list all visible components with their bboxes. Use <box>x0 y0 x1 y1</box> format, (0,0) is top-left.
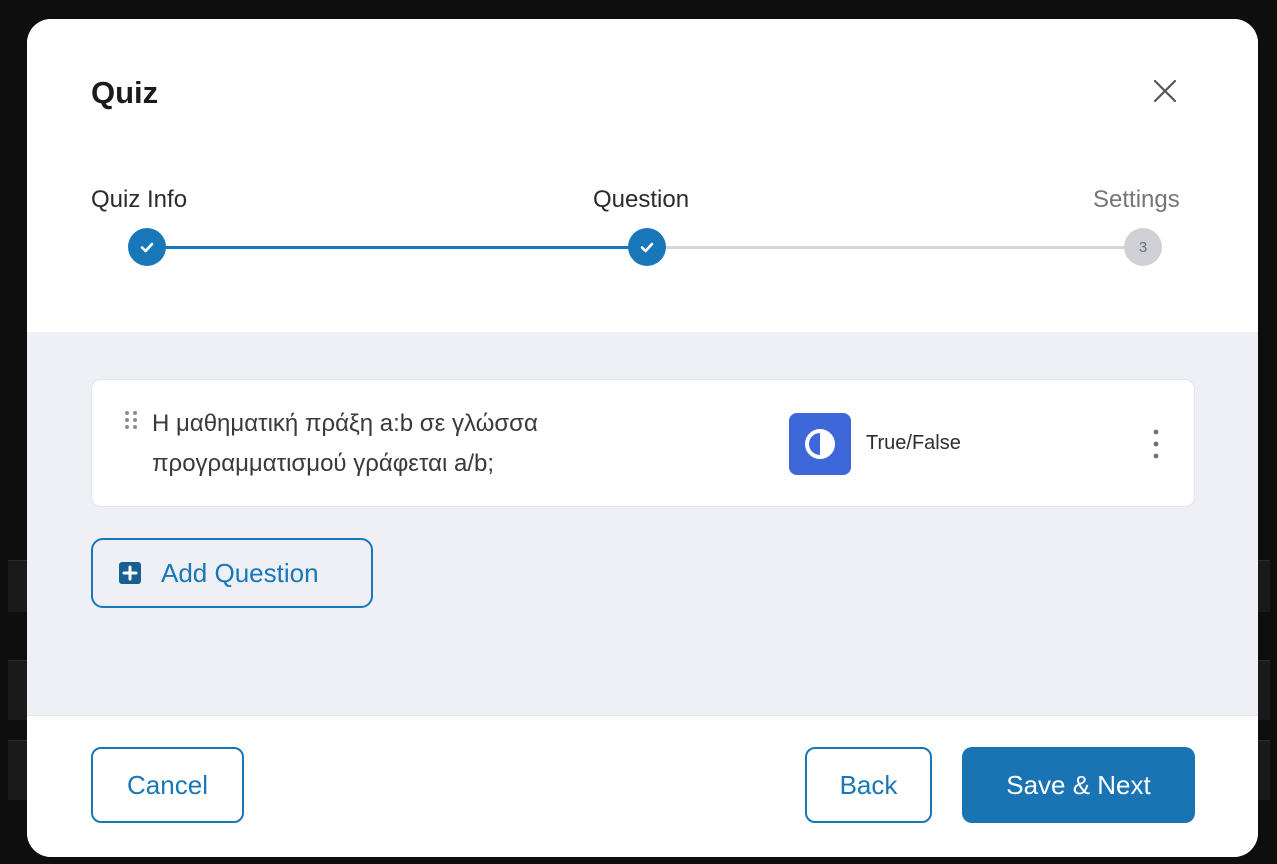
modal-footer: Cancel Back Save & Next <box>27 715 1258 857</box>
check-icon <box>640 242 654 253</box>
plus-square-icon <box>118 561 142 585</box>
half-circle-icon <box>789 413 851 475</box>
modal-header: Quiz Quiz Info Question Settings 3 <box>27 19 1258 332</box>
step-connector-complete <box>147 246 647 249</box>
modal-title: Quiz <box>91 75 159 110</box>
save-and-next-button[interactable]: Save & Next <box>962 747 1195 823</box>
quiz-modal: Quiz Quiz Info Question Settings 3 Η μαθ… <box>27 19 1258 857</box>
question-card[interactable]: Η μαθηματική πράξη a:b σε γλώσσα προγραμ… <box>91 379 1195 507</box>
cancel-button[interactable]: Cancel <box>91 747 244 823</box>
step-dot-settings[interactable]: 3 <box>1124 228 1162 266</box>
check-icon <box>140 242 154 253</box>
drag-handle-icon[interactable] <box>120 408 142 432</box>
close-icon[interactable] <box>1145 71 1185 111</box>
progress-stepper: Quiz Info Question Settings 3 <box>27 179 1258 279</box>
add-question-button[interactable]: Add Question <box>91 538 373 608</box>
question-text: Η μαθηματική πράξη a:b σε γλώσσα προγραμ… <box>152 410 538 477</box>
more-options-icon[interactable] <box>1148 426 1164 462</box>
add-question-label: Add Question <box>161 557 319 588</box>
step-dot-question[interactable] <box>628 228 666 266</box>
back-button[interactable]: Back <box>805 747 932 823</box>
step-dot-quiz-info[interactable] <box>128 228 166 266</box>
step-label-quiz-info: Quiz Info <box>91 186 188 213</box>
step-connector-pending <box>648 246 1138 249</box>
step-label-settings: Settings <box>1093 186 1180 213</box>
modal-body: Η μαθηματική πράξη a:b σε γλώσσα προγραμ… <box>27 332 1258 715</box>
step-label-question: Question <box>593 186 690 213</box>
question-type-label: True/False <box>866 432 961 454</box>
